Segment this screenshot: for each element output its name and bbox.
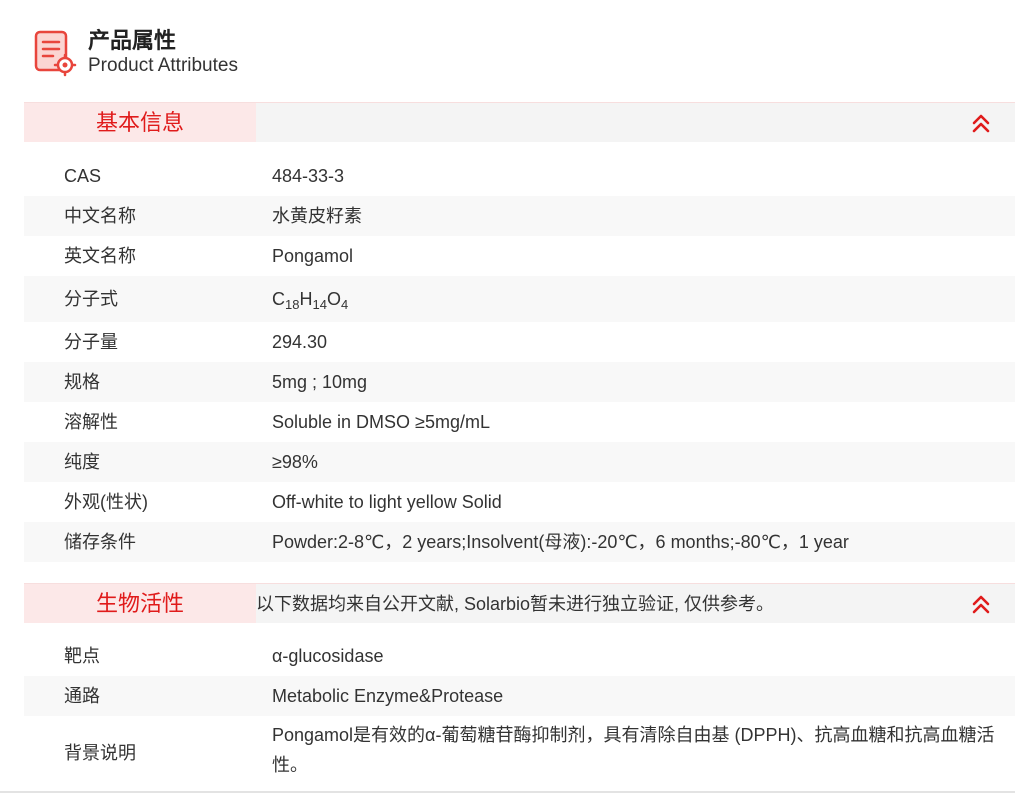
attr-value: 水黄皮籽素 [272, 206, 362, 226]
attr-label: 靶点 [64, 646, 100, 666]
attr-value: 484-33-3 [272, 166, 345, 186]
attr-row-spec: 规格 5mg ; 10mg [24, 362, 1015, 402]
attr-value: 294.30 [272, 332, 328, 352]
page-subtitle: Product Attributes [88, 55, 238, 76]
attr-value: ≥98% [272, 452, 318, 472]
disclaimer-note: 以下数据均来自公开文献, Solarbio暂未进行独立验证, 仅供参考。 [256, 594, 775, 614]
attr-row-formula: 分子式 C18H14O4 [24, 276, 1015, 322]
double-chevron-up-icon[interactable] [971, 593, 991, 615]
molecular-formula: C18H14O4 [272, 289, 349, 312]
attr-label: CAS [64, 166, 102, 186]
attr-value: Soluble in DMSO ≥5mg/mL [272, 412, 490, 432]
document-settings-icon [34, 30, 77, 77]
attr-label: 分子式 [64, 289, 118, 309]
basic-info-section-header: 基本信息 [24, 102, 1015, 142]
attr-row-purity: 纯度 ≥98% [24, 442, 1015, 482]
attr-row-chinese-name: 中文名称 水黄皮籽素 [24, 196, 1015, 236]
bio-activity-tab[interactable]: 生物活性 [24, 584, 256, 623]
attr-row-pathway: 通路 Metabolic Enzyme&Protease [24, 676, 1015, 716]
attr-value: Metabolic Enzyme&Protease [272, 686, 504, 706]
attr-label: 分子量 [64, 332, 118, 352]
attr-row-english-name: 英文名称 Pongamol [24, 236, 1015, 276]
attr-row-target: 靶点 α-glucosidase [24, 636, 1015, 676]
attr-value: Off-white to light yellow Solid [272, 492, 502, 512]
attr-label: 储存条件 [64, 532, 136, 552]
attr-label: 外观(性状) [64, 492, 148, 512]
attr-label: 规格 [64, 372, 100, 392]
attr-value: 5mg ; 10mg [272, 372, 368, 392]
attr-row-appearance: 外观(性状) Off-white to light yellow Solid [24, 482, 1015, 522]
attr-label: 纯度 [64, 452, 100, 472]
attr-value: Pongamol [272, 246, 354, 266]
attr-row-cas: CAS 484-33-3 [24, 156, 1015, 196]
attr-label: 通路 [64, 686, 100, 706]
attr-row-storage: 储存条件 Powder:2-8℃，2 years;Insolvent(母液):-… [24, 522, 1015, 562]
attr-row-solubility: 溶解性 Soluble in DMSO ≥5mg/mL [24, 402, 1015, 442]
basic-info-tab[interactable]: 基本信息 [24, 103, 256, 142]
attr-label: 英文名称 [64, 246, 136, 266]
bio-activity-section-header: 生物活性 以下数据均来自公开文献, Solarbio暂未进行独立验证, 仅供参考… [24, 583, 1015, 623]
page-title: 产品属性 [88, 28, 177, 53]
attr-label: 中文名称 [64, 206, 136, 226]
attr-row-molecular-weight: 分子量 294.30 [24, 322, 1015, 362]
attr-value: Pongamol是有效的α-葡萄糖苷酶抑制剂，具有清除自由基 (DPPH)、抗高… [272, 725, 995, 775]
attr-value: Powder:2-8℃，2 years;Insolvent(母液):-20℃，6… [272, 532, 849, 552]
double-chevron-up-icon[interactable] [971, 112, 991, 134]
attr-label: 背景说明 [64, 743, 136, 763]
attr-value: α-glucosidase [272, 646, 384, 666]
attr-label: 溶解性 [64, 412, 118, 432]
attr-row-background: 背景说明 Pongamol是有效的α-葡萄糖苷酶抑制剂，具有清除自由基 (DPP… [24, 716, 1015, 790]
